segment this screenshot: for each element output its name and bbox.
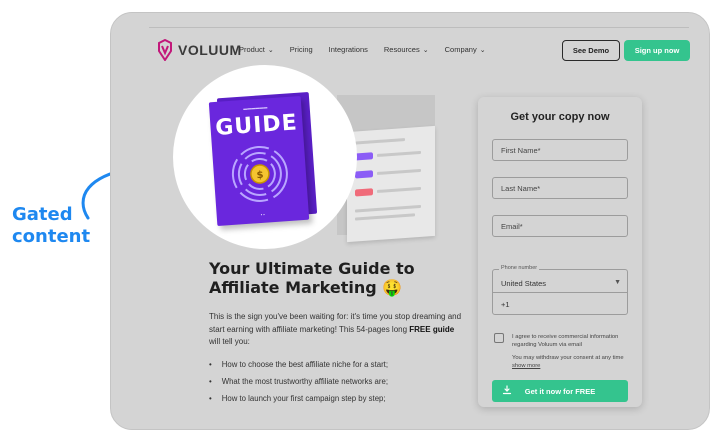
maze-icon: $ <box>231 145 288 202</box>
get-guide-button[interactable]: Get it now for FREE <box>492 380 628 402</box>
bullet-text: How to choose the best affiliate niche f… <box>221 360 389 369</box>
nav-integrations-label: Integrations <box>328 45 368 54</box>
nav-resources-label: Resources <box>383 45 420 54</box>
phone-label: Phone number <box>499 265 540 271</box>
bullet-dot-icon: • <box>209 360 212 369</box>
nav-product-label: Product <box>239 45 265 54</box>
annotation-label: Gated content <box>12 204 90 248</box>
country-select[interactable]: United States <box>501 279 546 288</box>
intro-text-after: will tell you: <box>209 337 250 346</box>
email-field[interactable]: Email* <box>492 215 628 237</box>
consent-checkbox[interactable] <box>494 333 504 343</box>
nav-pricing-label: Pricing <box>289 45 313 54</box>
voluum-logo-icon <box>158 39 172 61</box>
intro-paragraph: This is the sign you've been waiting for… <box>209 311 465 349</box>
phone-number-input[interactable]: +1 <box>501 300 510 309</box>
brand-logo[interactable]: VOLUUM <box>157 39 242 61</box>
cover-title: GUIDE <box>214 110 299 141</box>
screenshot-stage: Gated content VOLUUM Product ⌄ Pricing I… <box>0 0 720 440</box>
bullet-dot-icon: • <box>209 394 212 403</box>
list-item: • How to choose the best affiliate niche … <box>209 360 388 377</box>
bullet-dot-icon: • <box>209 377 212 386</box>
nav-company[interactable]: Company ⌄ <box>445 45 486 54</box>
nav-company-label: Company <box>444 45 477 54</box>
download-icon <box>502 385 512 395</box>
annotation-line-1: Gated <box>12 204 73 225</box>
svg-text:$: $ <box>256 170 264 181</box>
list-item: • What the most trustworthy affiliate net… <box>209 377 388 394</box>
sign-up-button[interactable]: Sign up now <box>624 40 690 61</box>
page-headline: Your Ultimate Guide to Affiliate Marketi… <box>209 259 415 297</box>
book-open-page-image <box>347 125 435 243</box>
phone-field-group: Phone number United States ▼ +1 <box>492 265 628 315</box>
withdraw-note: You may withdraw your consent at any tim… <box>512 355 630 370</box>
browser-frame: VOLUUM Product ⌄ Pricing Integrations Re… <box>110 12 710 430</box>
last-name-placeholder: Last Name* <box>501 183 541 193</box>
guide-book-cover: ▬▬▬▬▬▬ GUIDE $ ▪ ▪ <box>208 95 310 227</box>
email-placeholder: Email* <box>501 221 523 231</box>
chevron-down-icon: ⌄ <box>479 46 486 54</box>
first-name-placeholder: First Name* <box>501 145 541 155</box>
withdraw-text: You may withdraw your consent at any tim… <box>512 355 624 361</box>
show-more-link[interactable]: show more <box>512 363 540 369</box>
chevron-down-icon: ⌄ <box>422 46 429 54</box>
nav-pricing[interactable]: Pricing <box>290 45 313 54</box>
form-title: Get your copy now <box>510 111 610 123</box>
cover-footer-mark: ▪ ▪ <box>260 211 265 218</box>
list-item: • How to launch your first campaign step … <box>209 394 388 411</box>
last-name-field[interactable]: Last Name* <box>492 177 628 199</box>
bullet-text: How to launch your first campaign step b… <box>221 394 386 403</box>
phone-divider <box>493 292 627 293</box>
guide-bullet-list: • How to choose the best affiliate niche … <box>209 360 388 411</box>
chevron-down-icon: ⌄ <box>267 46 274 54</box>
caret-down-icon[interactable]: ▼ <box>614 279 621 286</box>
nav-integrations[interactable]: Integrations <box>329 45 368 54</box>
nav-resources[interactable]: Resources ⌄ <box>384 45 429 54</box>
bullet-text: What the most trustworthy affiliate netw… <box>221 377 388 386</box>
annotation-line-2: content <box>12 226 91 247</box>
first-name-field[interactable]: First Name* <box>492 139 628 161</box>
consent-label: I agree to receive commercial informatio… <box>512 334 619 348</box>
nav-product[interactable]: Product ⌄ <box>239 45 274 54</box>
top-navigation: VOLUUM Product ⌄ Pricing Integrations Re… <box>111 37 709 67</box>
guide-cover-spotlight: ▬▬▬▬▬▬ GUIDE $ ▪ ▪ <box>173 65 357 249</box>
brand-name: VOLUUM <box>178 42 242 58</box>
nav-links: Product ⌄ Pricing Integrations Resources… <box>239 45 486 54</box>
see-demo-button[interactable]: See Demo <box>562 40 620 61</box>
frame-divider <box>149 27 689 28</box>
download-form-card: Get your copy now First Name* Last Name*… <box>478 97 642 407</box>
get-guide-label: Get it now for FREE <box>524 386 596 396</box>
intro-bold-text: FREE guide <box>409 324 455 334</box>
